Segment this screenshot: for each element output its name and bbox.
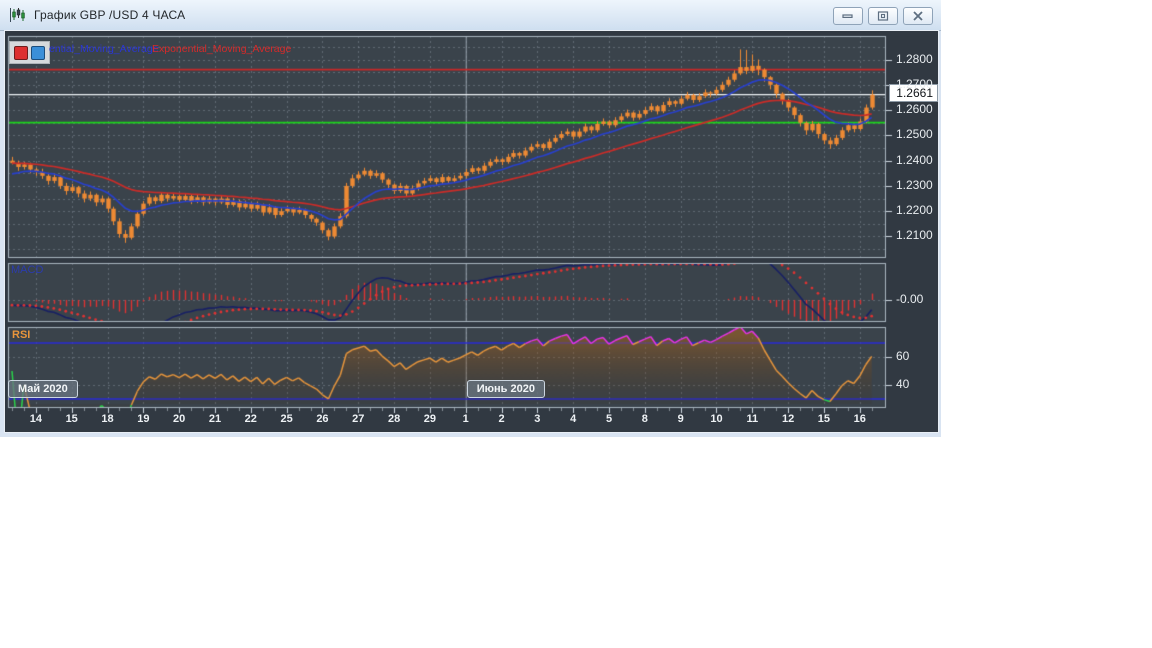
chart-window: График GBP /USD 4 ЧАСА (0, 0, 941, 437)
price-chart-canvas[interactable] (0, 0, 941, 437)
page: График GBP /USD 4 ЧАСА (0, 0, 1152, 648)
